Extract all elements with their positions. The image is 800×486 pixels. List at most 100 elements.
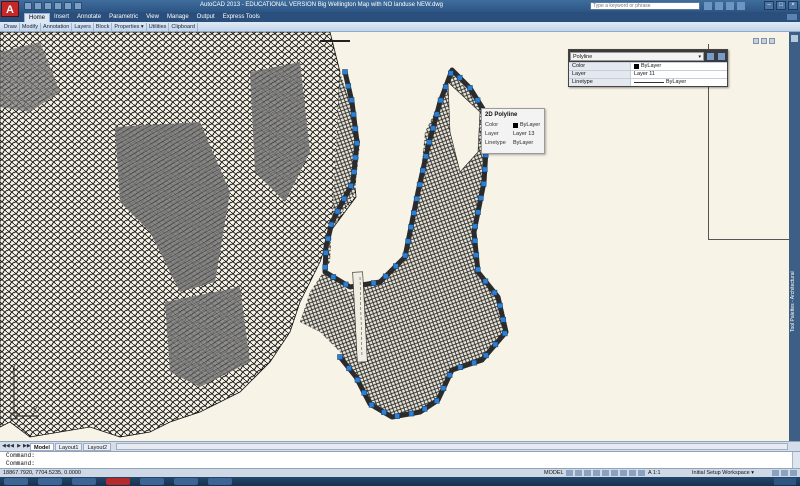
grip-handle[interactable] — [325, 235, 331, 242]
grip-handle[interactable] — [405, 238, 411, 245]
grip-handle[interactable] — [352, 154, 359, 161]
layout-tab-layout1[interactable]: Layout1 — [54, 442, 83, 451]
grip-handle[interactable] — [472, 237, 478, 244]
lineweight-icon[interactable] — [620, 470, 627, 476]
grip-handle[interactable] — [341, 195, 347, 202]
quick-props-icon[interactable] — [629, 470, 636, 476]
grip-handle[interactable] — [467, 85, 473, 91]
taskbar-app-icon[interactable] — [38, 478, 62, 485]
object-type-select[interactable]: Polyline ▾ — [570, 51, 704, 61]
grip-handle[interactable] — [348, 97, 355, 103]
grip-handle[interactable] — [411, 210, 417, 216]
annotation-scale[interactable]: A 1:1 — [648, 470, 661, 476]
panel-modify[interactable]: Modify — [20, 22, 42, 31]
grip-handle[interactable] — [322, 264, 328, 271]
grip-handle[interactable] — [478, 195, 484, 201]
model-space-button[interactable]: MODEL — [544, 470, 564, 476]
tab-express-tools[interactable]: Express Tools — [219, 13, 264, 22]
grip-handle[interactable] — [426, 139, 433, 146]
redo-icon[interactable] — [64, 2, 72, 10]
ortho-icon[interactable] — [584, 470, 591, 476]
grip-handle[interactable] — [342, 281, 349, 288]
tab-parametric[interactable]: Parametric — [105, 13, 142, 22]
grip-handle[interactable] — [430, 125, 436, 132]
grip-handle[interactable] — [328, 221, 335, 228]
tool-palette-close-icon[interactable] — [791, 35, 798, 42]
grip-handle[interactable] — [348, 183, 354, 189]
open-icon[interactable] — [34, 2, 42, 10]
grip-handle[interactable] — [482, 166, 488, 173]
panel-layers[interactable]: Layers — [72, 22, 94, 31]
grip-handle[interactable] — [447, 70, 454, 77]
grip-handle[interactable] — [370, 280, 377, 286]
grip-handle[interactable] — [434, 398, 440, 404]
tab-insert[interactable]: Insert — [50, 13, 73, 22]
plot-icon[interactable] — [74, 2, 82, 10]
isolate-icon[interactable] — [781, 470, 788, 476]
grip-handle[interactable] — [408, 410, 415, 417]
grip-handle[interactable] — [330, 274, 337, 280]
close-properties-icon[interactable] — [717, 51, 726, 61]
taskbar-app-icon[interactable] — [174, 478, 198, 485]
tool-palettes-strip[interactable]: Tool Palettes - Architectural — [789, 32, 800, 441]
customize-properties-icon[interactable] — [706, 51, 715, 61]
grip-handle[interactable] — [402, 252, 409, 259]
grip-handle[interactable] — [350, 111, 357, 118]
grip-handle[interactable] — [480, 181, 487, 187]
grip-handle[interactable] — [500, 316, 506, 323]
workspace-switch[interactable]: Initial Setup Workspace ▾ — [692, 470, 754, 476]
property-value[interactable]: Layer 11 — [631, 71, 727, 78]
grip-handle[interactable] — [437, 97, 444, 104]
start-icon[interactable] — [4, 478, 28, 485]
property-row-linetype[interactable]: Linetype ByLayer — [569, 78, 727, 86]
panel-properties[interactable]: Properties ▾ — [112, 22, 147, 31]
grip-handle[interactable] — [413, 195, 420, 202]
panel-block[interactable]: Block — [94, 22, 113, 31]
tab-output[interactable]: Output — [193, 13, 219, 22]
coordinate-readout[interactable]: 18867.7920, 7704.5235, 0.0000 — [3, 470, 81, 476]
grip-handle[interactable] — [474, 266, 481, 273]
panel-draw[interactable]: Draw — [2, 22, 20, 31]
close-icon[interactable]: × — [788, 1, 798, 10]
clean-screen-icon[interactable] — [790, 470, 797, 476]
osnap-icon[interactable] — [602, 470, 609, 476]
grip-handle[interactable] — [334, 208, 341, 215]
search-input[interactable]: Type a keyword or phrase — [590, 2, 700, 10]
exchange-icon[interactable] — [726, 2, 734, 10]
grip-handle[interactable] — [446, 372, 453, 378]
grip-handle[interactable] — [393, 263, 399, 269]
layout-tab-model[interactable]: Model — [30, 442, 54, 451]
new-icon[interactable] — [24, 2, 32, 10]
grip-handle[interactable] — [482, 278, 489, 285]
property-value[interactable]: ByLayer — [631, 63, 727, 70]
grip-handle[interactable] — [394, 413, 400, 419]
grid-icon[interactable] — [566, 470, 573, 476]
grip-handle[interactable] — [440, 385, 447, 391]
grip-handle[interactable] — [492, 341, 499, 348]
tab-annotate[interactable]: Annotate — [73, 13, 105, 22]
grip-handle[interactable] — [416, 181, 423, 188]
grip-handle[interactable] — [381, 409, 387, 416]
panel-clipboard[interactable]: Clipboard — [169, 22, 198, 31]
viewport-icon[interactable] — [638, 470, 645, 476]
tab-manage[interactable]: Manage — [163, 13, 193, 22]
tab-home[interactable]: Home — [24, 13, 51, 22]
grip-handle[interactable] — [423, 153, 429, 160]
layout-nav-icon[interactable]: ◀◀ — [2, 443, 10, 450]
ribbon-minimize-icon[interactable] — [787, 14, 797, 20]
layout-nav-icon[interactable]: ◀ — [9, 443, 15, 450]
command-scrollbar[interactable] — [792, 452, 800, 469]
help-icon[interactable] — [737, 2, 745, 10]
panel-annotation[interactable]: Annotation — [41, 22, 73, 31]
layout-tab-layout2[interactable]: Layout2 — [83, 442, 112, 451]
grip-handle[interactable] — [483, 352, 489, 359]
command-line[interactable]: Command: Command: — [0, 451, 800, 469]
save-icon[interactable] — [44, 2, 52, 10]
grip-handle[interactable] — [352, 126, 359, 132]
drawing-canvas[interactable]: Y X — [0, 32, 789, 441]
grip-handle[interactable] — [442, 84, 449, 90]
maximize-icon[interactable]: □ — [776, 1, 786, 10]
snap-icon[interactable] — [575, 470, 582, 476]
grip-handle[interactable] — [408, 224, 414, 230]
tab-view[interactable]: View — [142, 13, 163, 22]
